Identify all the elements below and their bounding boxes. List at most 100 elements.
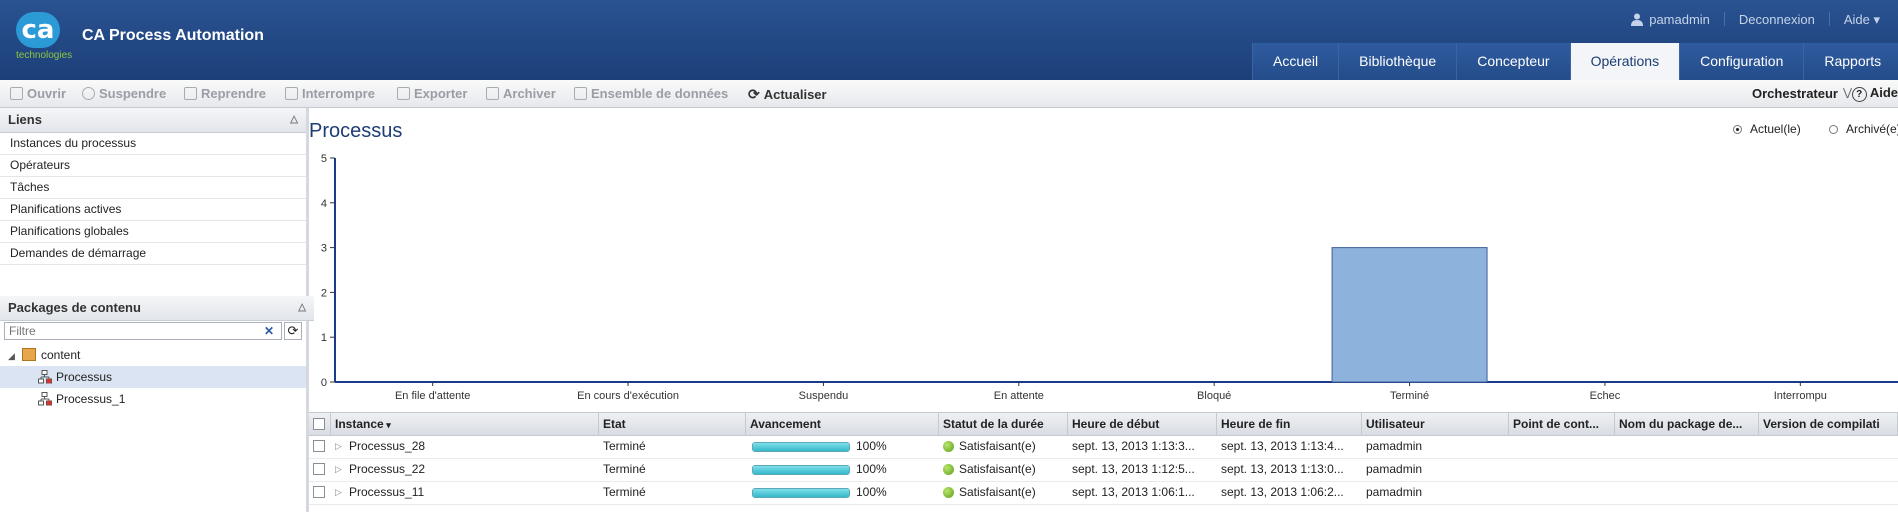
- logout-link[interactable]: Deconnexion: [1739, 12, 1815, 28]
- tab-4[interactable]: Configuration: [1679, 43, 1804, 80]
- tab-1[interactable]: Bibliothèque: [1338, 43, 1457, 80]
- filter-input[interactable]: [4, 322, 282, 340]
- tree-node[interactable]: Processus_1: [0, 388, 306, 410]
- toolbar: Ouvrir Suspendre Reprendre Interrompre E…: [0, 80, 1898, 108]
- row-checkbox[interactable]: [313, 463, 325, 475]
- column-header[interactable]: Instance ▾: [331, 413, 599, 435]
- tab-3[interactable]: Opérations: [1569, 43, 1680, 80]
- collapse-icon[interactable]: △: [298, 296, 306, 320]
- y-tick-label: 2: [321, 287, 327, 299]
- orchestrator-selector[interactable]: Orchestrateur: [1752, 86, 1838, 101]
- chevron-down-icon: ▾: [1873, 12, 1880, 27]
- grid-header: Instance ▾ Etat Avancement Statut de la dur…: [309, 412, 1898, 436]
- table-row[interactable]: ▷ Processus_11 Terminé 100% Satisfaisant(e) s…: [309, 481, 1898, 505]
- duration-text: Satisfaisant(e): [959, 462, 1036, 476]
- user-icon: [1631, 13, 1644, 26]
- column-header-label: Utilisateur: [1366, 417, 1425, 431]
- column-header[interactable]: Avancement: [746, 413, 939, 435]
- app-header: ca technologies CA Process Automation pa…: [0, 0, 1898, 80]
- open-button[interactable]: Ouvrir: [10, 86, 66, 101]
- process-icon: [38, 370, 52, 384]
- ca-logo: ca technologies: [16, 12, 72, 64]
- interrupt-button[interactable]: Interrompre: [285, 86, 375, 101]
- column-header[interactable]: Heure de fin: [1217, 413, 1362, 435]
- end-time-cell: sept. 13, 2013 1:13:4...: [1221, 439, 1344, 453]
- column-header-label: Point de cont...: [1513, 417, 1599, 431]
- help-menu[interactable]: Aide ▾: [1844, 12, 1880, 28]
- column-header[interactable]: Utilisateur: [1362, 413, 1509, 435]
- column-header[interactable]: Point de cont...: [1509, 413, 1615, 435]
- duration-cell: Satisfaisant(e): [939, 458, 1068, 481]
- column-header[interactable]: Heure de début: [1068, 413, 1217, 435]
- packages-panel-header[interactable]: Packages de contenu △: [0, 296, 314, 321]
- end-time-cell: sept. 13, 2013 1:13:0...: [1221, 462, 1344, 476]
- column-header[interactable]: Nom du package de...: [1615, 413, 1759, 435]
- sidebar-link[interactable]: Instances du processus: [0, 133, 306, 155]
- tree-node-label: content: [41, 348, 81, 362]
- tab-5[interactable]: Rapports: [1803, 43, 1898, 80]
- duration-text: Satisfaisant(e): [959, 485, 1036, 499]
- logo-subtitle: technologies: [16, 50, 73, 61]
- table-row[interactable]: ▷ Processus_28 Terminé 100% Satisfaisant(e) s…: [309, 435, 1898, 459]
- instance-cell[interactable]: Processus_11: [345, 481, 595, 504]
- progress-bar: [752, 442, 850, 452]
- y-tick-label: 3: [321, 243, 327, 255]
- state-cell: Terminé: [603, 439, 646, 453]
- row-checkbox[interactable]: [313, 486, 325, 498]
- process-icon: [38, 392, 52, 406]
- tree-node[interactable]: Processus: [0, 366, 306, 388]
- export-button[interactable]: Exporter: [397, 86, 467, 101]
- refresh-label: Actualiser: [763, 87, 827, 102]
- expand-toggle-icon[interactable]: ◢: [8, 345, 22, 367]
- sidebar-link[interactable]: Tâches: [0, 177, 306, 199]
- sidebar-link[interactable]: Opérateurs: [0, 155, 306, 177]
- column-header[interactable]: Version de compilati: [1759, 413, 1898, 435]
- archive-label: Archiver: [503, 86, 556, 101]
- help-button[interactable]: ? Aide: [1851, 85, 1898, 102]
- user-cell: pamadmin: [1366, 485, 1423, 499]
- page-title: Processus: [309, 120, 403, 142]
- links-list: Instances du processus Opérateurs Tâches Pl…: [0, 133, 306, 265]
- instance-cell[interactable]: Processus_22: [345, 458, 595, 481]
- table-row[interactable]: ▷ Processus_22 Terminé 100% Satisfaisant(e) s…: [309, 458, 1898, 482]
- clear-filter-icon[interactable]: ✕: [264, 324, 274, 338]
- radio-archived[interactable]: Archivé(e): [1829, 122, 1898, 136]
- bar: [1331, 247, 1488, 383]
- expand-row-icon[interactable]: ▷: [335, 458, 342, 481]
- x-category-label: Interrompu: [1774, 390, 1827, 402]
- suspend-button[interactable]: Suspendre: [82, 86, 166, 101]
- column-header-label: Instance: [335, 417, 384, 431]
- sidebar-link[interactable]: Planifications globales: [0, 221, 306, 243]
- links-panel-header[interactable]: Liens △: [0, 108, 306, 133]
- sidebar-link[interactable]: Demandes de démarrage: [0, 243, 306, 265]
- collapse-icon[interactable]: △: [290, 108, 298, 132]
- x-category-label: Bloqué: [1197, 390, 1231, 402]
- double-chevron-icon[interactable]: ⋁: [1843, 86, 1852, 99]
- tab-2[interactable]: Concepteur: [1456, 43, 1570, 80]
- archive-button[interactable]: Archiver: [486, 86, 556, 101]
- dataset-button[interactable]: Ensemble de données: [574, 86, 728, 101]
- refresh-tree-icon[interactable]: ⟳: [284, 322, 302, 340]
- archive-icon: [486, 87, 499, 100]
- progress-cell: 100%: [746, 458, 939, 481]
- x-category-label: En file d'attente: [395, 390, 471, 402]
- tree-node[interactable]: ◢ content: [0, 344, 306, 366]
- status-bar-chart: 0 1 2 3 4 5 En file d'attente En cours d'exécut…: [321, 153, 1898, 402]
- column-header[interactable]: Statut de la durée: [939, 413, 1068, 435]
- column-header[interactable]: Etat: [599, 413, 746, 435]
- resume-button[interactable]: Reprendre: [184, 86, 266, 101]
- radio-current[interactable]: Actuel(le): [1733, 122, 1801, 136]
- progress-bar: [752, 488, 850, 498]
- user-cell: pamadmin: [1366, 439, 1423, 453]
- instance-cell[interactable]: Processus_28: [345, 435, 595, 458]
- select-all-checkbox[interactable]: [313, 418, 325, 430]
- user-link[interactable]: pamadmin: [1631, 12, 1710, 28]
- refresh-button[interactable]: ⟳ Actualiser: [748, 86, 827, 103]
- progress-cell: 100%: [746, 435, 939, 458]
- row-checkbox[interactable]: [313, 440, 325, 452]
- open-label: Ouvrir: [27, 86, 67, 101]
- expand-row-icon[interactable]: ▷: [335, 481, 342, 504]
- tab-0[interactable]: Accueil: [1252, 43, 1339, 80]
- sidebar-link[interactable]: Planifications actives: [0, 199, 306, 221]
- expand-row-icon[interactable]: ▷: [335, 435, 342, 458]
